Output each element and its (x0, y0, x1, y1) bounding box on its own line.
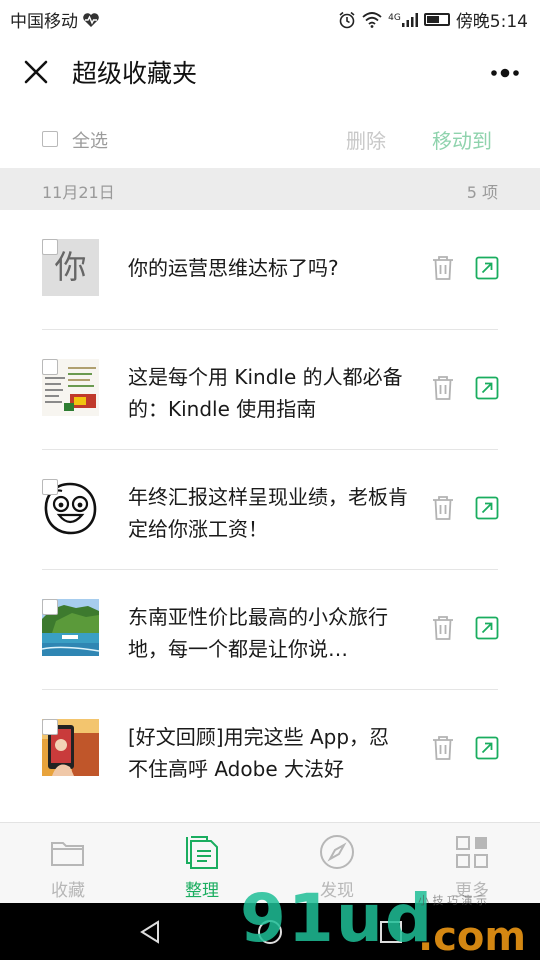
item-title: [好文回顾]用完这些 App，忍不住高呼 Adobe 大法好 (128, 725, 390, 781)
move-item-button[interactable] (475, 256, 499, 280)
delete-item-button[interactable] (431, 255, 455, 281)
tab-discover[interactable]: 发现 (297, 833, 377, 901)
tab-label: 收藏 (51, 881, 85, 901)
move-out-icon (475, 376, 499, 400)
trash-icon (433, 376, 453, 400)
folder-icon (51, 842, 84, 866)
list-item[interactable]: 你 你的运营思维达标了吗? (0, 210, 540, 330)
carrier-label: 中国移动 (10, 12, 78, 32)
tab-more[interactable]: 更多 (432, 833, 512, 901)
item-checkbox[interactable] (42, 599, 58, 615)
tab-favorites[interactable]: 收藏 (28, 833, 108, 901)
delete-item-button[interactable] (431, 615, 455, 641)
move-out-icon (475, 496, 499, 520)
select-all-checkbox[interactable] (42, 131, 58, 147)
organize-icon (186, 836, 218, 869)
tab-organize[interactable]: 整理 (162, 833, 242, 901)
wifi-icon (362, 11, 382, 28)
tab-label: 发现 (320, 881, 354, 901)
title-bar: 超级收藏夹 (0, 36, 540, 110)
grid-icon (456, 836, 488, 868)
battery-icon (423, 13, 450, 26)
home-circle-icon (258, 920, 282, 944)
item-title: 这是每个用 Kindle 的人都必备的：Kindle 使用指南 (128, 365, 403, 421)
beach-thumb (42, 599, 99, 656)
item-checkbox[interactable] (42, 239, 58, 255)
list-item[interactable]: 年终汇报这样呈现业绩，老板肯定给你涨工资！ (0, 450, 540, 570)
move-out-icon (475, 736, 499, 760)
text-thumb: 你 (42, 239, 99, 296)
more-options-button[interactable] (486, 54, 526, 92)
delete-item-button[interactable] (431, 735, 455, 761)
select-all-label[interactable]: 全选 (72, 127, 108, 153)
list-item[interactable]: 这是每个用 Kindle 的人都必备的：Kindle 使用指南 (0, 330, 540, 450)
close-button[interactable] (18, 54, 56, 92)
list-item[interactable]: 东南亚性价比最高的小众旅行地，每一个都是让你说… (0, 570, 540, 690)
item-checkbox[interactable] (42, 359, 58, 375)
item-checkbox[interactable] (42, 719, 58, 735)
delete-item-button[interactable] (431, 495, 455, 521)
recents-nav-button[interactable] (376, 917, 406, 947)
back-triangle-icon (140, 920, 159, 944)
more-dots-icon (491, 68, 519, 78)
item-checkbox[interactable] (42, 479, 58, 495)
move-item-button[interactable] (475, 376, 499, 400)
system-nav-bar (0, 903, 540, 960)
item-title: 你的运营思维达标了吗? (128, 256, 339, 280)
favorites-list: 你 你的运营思维达标了吗? 这是每个用 Kindle 的人都必备的：Kindle… (0, 210, 540, 810)
compass-icon (320, 835, 354, 869)
list-item[interactable]: [好文回顾]用完这些 App，忍不住高呼 Adobe 大法好 (0, 690, 540, 810)
clock-label: 傍晚5:14 (455, 12, 528, 32)
page-title: 超级收藏夹 (72, 59, 198, 88)
document-thumb (42, 359, 99, 416)
move-to-button[interactable]: 移动到 (432, 125, 492, 154)
home-nav-button[interactable] (255, 917, 285, 947)
tab-label: 更多 (455, 881, 489, 901)
back-nav-button[interactable] (136, 917, 166, 947)
delete-button[interactable]: 删除 (346, 125, 386, 154)
trash-icon (433, 256, 453, 280)
move-out-icon (475, 616, 499, 640)
heart-rate-icon (83, 12, 99, 27)
trash-icon (433, 496, 453, 520)
item-title: 年终汇报这样呈现业绩，老板肯定给你涨工资！ (128, 485, 408, 541)
group-date: 11月21日 (42, 183, 115, 202)
item-title: 东南亚性价比最高的小众旅行地，每一个都是让你说… (128, 605, 388, 661)
move-out-icon (475, 256, 499, 280)
date-group-header: 11月21日 5 项 (0, 168, 540, 210)
status-bar: 中国移动 4G 傍晚5:14 (0, 0, 540, 36)
close-icon (24, 60, 48, 84)
signal-icon (401, 12, 418, 27)
recents-square-icon (380, 921, 402, 943)
delete-item-button[interactable] (431, 375, 455, 401)
trash-icon (433, 736, 453, 760)
tab-label: 整理 (185, 881, 219, 901)
selection-action-bar: 全选 删除 移动到 (0, 110, 540, 168)
photo-thumb (42, 719, 99, 776)
face-thumb (42, 479, 99, 536)
group-count: 5 项 (466, 183, 498, 202)
move-item-button[interactable] (475, 616, 499, 640)
trash-icon (433, 616, 453, 640)
move-item-button[interactable] (475, 736, 499, 760)
alarm-icon (339, 11, 355, 28)
move-item-button[interactable] (475, 496, 499, 520)
network-type: 4G (388, 12, 401, 23)
bottom-tab-bar: 收藏 整理 发现 更多 (0, 822, 540, 903)
